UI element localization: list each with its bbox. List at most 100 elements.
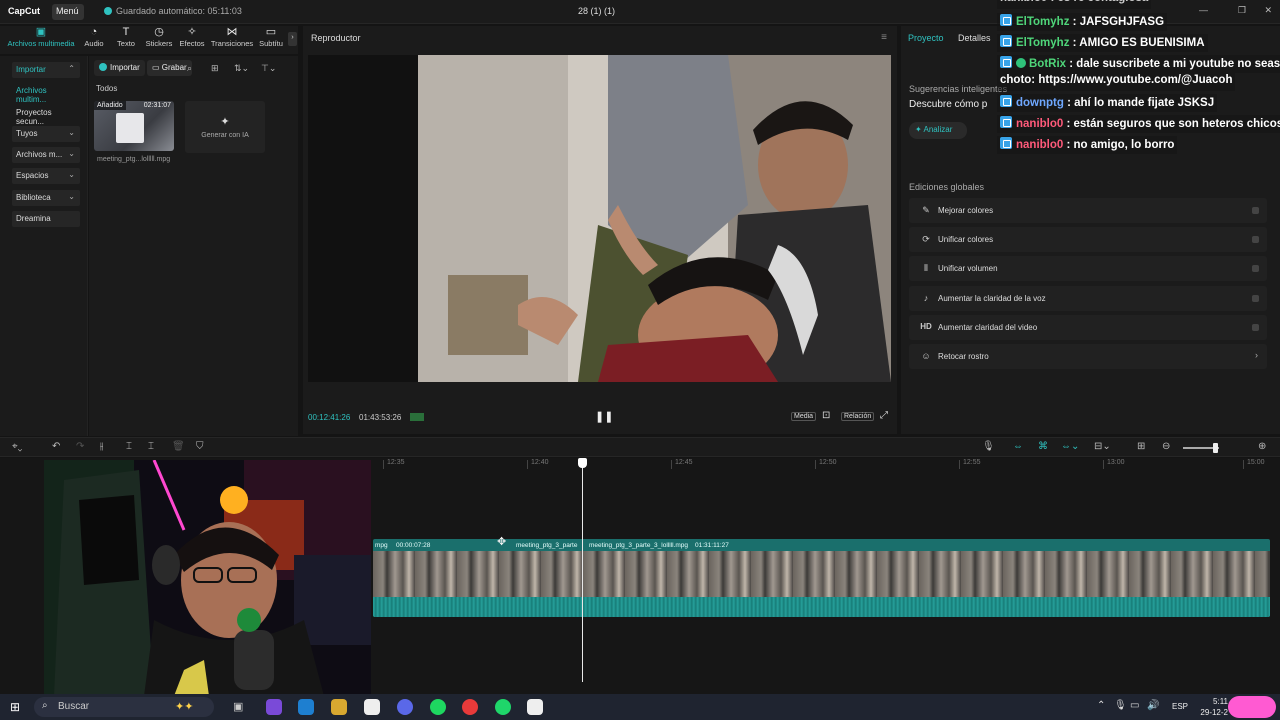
playhead[interactable] [578, 458, 587, 682]
audio-icon: ◔ [90, 26, 98, 38]
search-icon[interactable]: ⌕ [187, 63, 192, 74]
spotify-icon[interactable] [430, 699, 446, 715]
folder-icon[interactable] [331, 699, 347, 715]
tab-transitions[interactable]: ⋈ Transiciones [210, 26, 254, 48]
chevron-up-icon[interactable]: ⌃ [1097, 700, 1105, 711]
shield-icon[interactable]: ⛉ [196, 441, 204, 452]
thumbnail-image [116, 113, 144, 143]
project-name[interactable]: 28 (1) (1) [578, 6, 615, 16]
tab-subtitles[interactable]: ▭ Subtítu [256, 26, 286, 48]
zoom-out-icon[interactable]: ⊖ [1162, 441, 1170, 452]
link-icon[interactable]: ⇔ [1013, 441, 1023, 452]
toggle[interactable] [1252, 324, 1259, 331]
split-icon[interactable]: ⫲ [100, 441, 103, 452]
option-retouch-face[interactable]: ☺ Retocar rostro › [909, 344, 1267, 369]
option-video-clarity[interactable]: HD Aumentar claridad del video [909, 315, 1267, 340]
verified-icon [1016, 58, 1026, 68]
zoom-slider-handle[interactable] [1213, 443, 1218, 453]
tab-effects[interactable]: ✧ Efectos [178, 26, 206, 48]
ruler-tick [1103, 460, 1104, 469]
analyze-button[interactable]: ✦ Analizar [909, 122, 967, 139]
split-left-icon[interactable]: ⌶ [126, 441, 132, 452]
edge-icon[interactable] [298, 699, 314, 715]
chat-overlay: naniblo0 : es re contagiosa ElTomyhz : J… [994, 0, 1280, 156]
clip-label: 00:00:07:28 [396, 542, 431, 549]
import-button[interactable]: Importar [94, 60, 145, 76]
sort-icon[interactable]: ⇅⌄ [234, 63, 249, 74]
undo-icon[interactable]: ↶ [52, 441, 60, 452]
chevron-right-icon[interactable]: › [288, 32, 297, 46]
option-unify-colors[interactable]: ⟳ Unificar colores [909, 227, 1267, 252]
capcut-icon[interactable] [527, 699, 543, 715]
crop-icon[interactable]: ⊡ [822, 410, 830, 421]
fullscreen-icon[interactable]: ⤢ [880, 410, 888, 421]
video-preview[interactable] [308, 55, 891, 382]
grid-view-icon[interactable]: ⊞ [211, 63, 219, 74]
pause-button[interactable]: ❚❚ [595, 410, 613, 423]
network-icon[interactable]: ▭ [1130, 700, 1139, 711]
tab-project[interactable]: Proyecto [908, 33, 944, 43]
clock[interactable]: 5:11 29-12-2 [1200, 696, 1228, 718]
sidebar-item-biblioteca[interactable]: Biblioteca ⌄ [12, 190, 80, 206]
discord-icon[interactable] [397, 699, 413, 715]
chevron-down-icon: ⌄ [68, 170, 75, 179]
subtitle-icon[interactable]: ⊞ [1137, 441, 1145, 452]
video-clip[interactable]: mpg 00:00:07:28 meeting_ptg_3_parte meet… [373, 539, 1270, 617]
ratio-button[interactable]: Relación [841, 412, 875, 421]
clip-label: 01:31:11:27 [695, 542, 729, 549]
tab-stickers[interactable]: ◷ Stickers [144, 26, 174, 48]
zoom-in-icon[interactable]: ⊕ [1258, 441, 1266, 452]
delete-icon[interactable]: 🗑 [172, 441, 185, 452]
media-thumbnail[interactable]: Añadido 02:31:07 [94, 101, 174, 151]
widget-icon[interactable]: ✦✦ [175, 700, 193, 713]
sidebar-item-projects[interactable]: Proyectos secun... [12, 105, 80, 126]
microphone-icon[interactable]: 🎙 [982, 441, 995, 452]
chat-message: ElTomyhz : AMIGO ES BUENISIMA [997, 34, 1208, 52]
toggle[interactable] [1252, 207, 1259, 214]
sidebar-item-dreamina[interactable]: Dreamina [12, 211, 80, 227]
record-button[interactable]: ▭ Grabar [147, 60, 192, 76]
tab-details[interactable]: Detalles [958, 33, 991, 43]
media-button[interactable]: Media [791, 412, 817, 421]
toggle[interactable] [1252, 265, 1259, 272]
app-logo: CapCut [8, 6, 40, 16]
split-right-icon[interactable]: ⌶ [148, 441, 154, 452]
menu-button[interactable]: Menú [52, 4, 84, 20]
cursor-icon[interactable]: ⌖⌄ [12, 441, 22, 452]
app-icon[interactable] [266, 699, 282, 715]
mascot-icon [1228, 696, 1276, 718]
windows-start-icon[interactable]: ⊞ [10, 700, 20, 714]
redo-icon[interactable]: ↷ [76, 441, 84, 452]
task-view-icon[interactable]: ▣ [233, 700, 243, 713]
toggle[interactable] [1252, 295, 1259, 302]
snap-icon[interactable]: ⇔⌄ [1061, 441, 1079, 452]
ruler-label: 12:55 [963, 459, 981, 466]
ruler-tick [815, 460, 816, 469]
option-unify-volume[interactable]: ⦀ Unificar volumen [909, 256, 1267, 281]
calculator-icon[interactable] [364, 699, 380, 715]
obs-icon[interactable] [462, 699, 478, 715]
language-indicator[interactable]: ESP [1172, 702, 1188, 711]
magnet-icon[interactable]: ⌘ [1038, 441, 1048, 452]
move-cursor-icon: ✥ [497, 536, 507, 548]
kick-icon[interactable] [495, 699, 511, 715]
option-voice-clarity[interactable]: ♪ Aumentar la claridad de la voz [909, 286, 1267, 311]
sidebar-item-media[interactable]: Archivos multim... [12, 83, 80, 104]
tab-audio[interactable]: ◔ Audio [80, 26, 108, 48]
tab-text[interactable]: T Texto [112, 26, 140, 48]
sidebar-item-importar[interactable]: Importar ⌃ [12, 62, 80, 78]
volume-icon[interactable]: 🔊 [1147, 700, 1159, 711]
generate-ai-button[interactable]: ✦ Generar con IA [185, 101, 265, 153]
playhead-handle[interactable] [578, 458, 587, 468]
option-enhance-colors[interactable]: ✎ Mejorar colores [909, 198, 1267, 223]
tab-media[interactable]: ▣ Archivos multimedia [6, 26, 76, 48]
sidebar-item-archivos[interactable]: Archivos m... ⌄ [12, 147, 80, 163]
toggle[interactable] [1252, 236, 1259, 243]
menu-icon[interactable]: ≡ [881, 32, 887, 43]
microphone-icon[interactable]: 🎙 [1114, 700, 1127, 711]
sidebar-item-espacios[interactable]: Espacios ⌄ [12, 168, 80, 184]
preview-axis-icon[interactable]: ⊟⌄ [1094, 441, 1111, 452]
sidebar-item-tuyos[interactable]: Tuyos ⌄ [12, 126, 80, 142]
filter-icon[interactable]: ⊤⌄ [261, 63, 276, 74]
sticker-icon: ◷ [154, 26, 164, 38]
